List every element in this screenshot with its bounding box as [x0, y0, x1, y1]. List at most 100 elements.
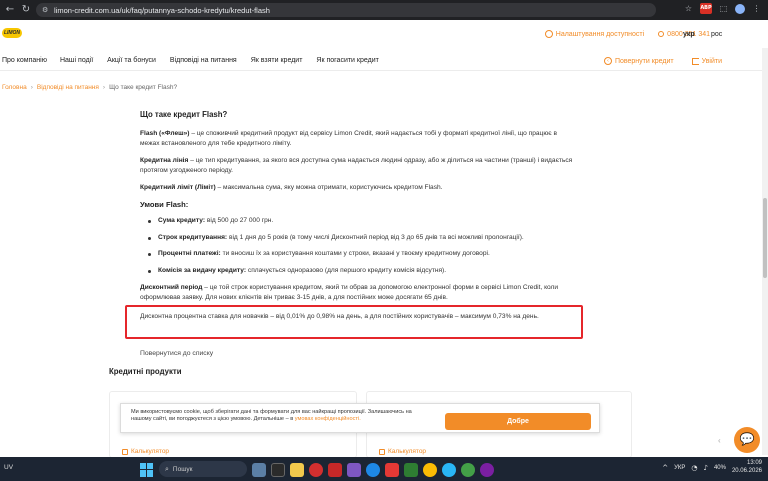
utorrent-icon[interactable]: [461, 462, 475, 477]
accessibility-settings-link[interactable]: Налаштування доступності: [544, 30, 644, 38]
term-flash: Flash («Флеш»): [140, 129, 190, 137]
return-credit-link[interactable]: ‹ Повернути кредит: [603, 57, 674, 65]
windows-start-icon[interactable]: [140, 462, 154, 477]
nav-item-how-to-repay[interactable]: Як погасити кредит: [316, 57, 378, 64]
calculator-link[interactable]: Калькулятор: [122, 448, 169, 455]
address-bar[interactable]: ⚙ limon-credit.com.ua/uk/faq/putannya-sc…: [36, 3, 656, 17]
faq-article: Що таке кредит Flash? Flash («Флеш») – ц…: [140, 110, 576, 310]
phone-icon: [658, 31, 665, 37]
adblock-extension-icon[interactable]: ABP: [700, 3, 712, 14]
breadcrumb: Головна › Відповіді на питання › Що таке…: [2, 84, 177, 91]
nav-item-events[interactable]: Наші події: [60, 57, 93, 64]
term-credit-limit: Кредитний ліміт (Ліміт): [140, 183, 216, 191]
profile-avatar-icon[interactable]: [735, 3, 745, 14]
lang-ukr[interactable]: укр: [683, 31, 695, 38]
condition-item: Комісія за видачу кредиту: сплачується о…: [148, 266, 576, 277]
wifi-icon[interactable]: ◔: [691, 464, 697, 472]
condition-label: Сума кредиту:: [158, 217, 206, 225]
windows-taskbar: UV ⌕ Пошук ^ УКР ◔ ♪ 40% 13:09 20.06.202…: [0, 457, 768, 481]
file-explorer-icon[interactable]: [290, 462, 304, 477]
opera-icon[interactable]: [309, 462, 323, 477]
limon-logo[interactable]: LIMON: [2, 28, 22, 38]
bookmark-star-icon[interactable]: ☆: [683, 3, 694, 14]
reload-icon[interactable]: ↻: [20, 4, 32, 16]
taskbar-search-label: Пошук: [172, 465, 193, 473]
condition-text: від 1 дня до 5 років (в тому числі Диско…: [227, 233, 524, 241]
cookie-accept-button[interactable]: Добре: [445, 413, 591, 430]
terminal-icon[interactable]: [271, 462, 285, 477]
cookie-message: Ми використовуємо cookie, щоб зберігати …: [131, 409, 412, 422]
battery-level[interactable]: 40%: [714, 465, 726, 471]
conditions-title: Умови Flash:: [140, 199, 189, 209]
weather-widget[interactable]: UV: [4, 464, 13, 471]
keyboard-language[interactable]: УКР: [674, 465, 685, 471]
condition-item: Строк кредитування: від 1 дня до 5 років…: [148, 233, 576, 244]
calculator-label: Калькулятор: [131, 448, 170, 455]
site-info-icon[interactable]: ⚙: [42, 6, 50, 14]
page-root: ← ↻ ⚙ limon-credit.com.ua/uk/faq/putanny…: [0, 0, 768, 481]
conditions-list: Сума кредиту: від 500 до 27 000 грн. Стр…: [148, 216, 576, 276]
privacy-terms-link[interactable]: умовах конфіденційності.: [295, 416, 361, 422]
nav-item-faq[interactable]: Відповіді на питання: [170, 57, 237, 64]
viber-icon[interactable]: [480, 462, 494, 477]
copilot-icon[interactable]: [347, 462, 361, 477]
extensions-puzzle-icon[interactable]: ⬚: [718, 3, 729, 14]
login-icon: [691, 57, 699, 65]
term-credit-line: Кредитна лінія: [140, 156, 189, 164]
definition-flash: – це споживчий кредитний продукт від сер…: [140, 129, 557, 148]
article-title: Що таке кредит Flash?: [140, 110, 228, 119]
clock-time: 13:09: [746, 460, 762, 466]
return-icon: ‹: [603, 57, 612, 65]
breadcrumb-separator: ›: [30, 84, 33, 91]
taskbar-clock[interactable]: 13:09 20.06.2026: [732, 460, 762, 475]
browser-menu-icon[interactable]: ⋮: [751, 3, 762, 14]
condition-text: сплачується одноразово (для першого кред…: [246, 266, 447, 274]
breadcrumb-current: Що таке кредит Flash?: [109, 84, 178, 91]
scrollbar-thumb[interactable]: [763, 198, 767, 278]
search-icon: ⌕: [165, 464, 169, 473]
url-text: limon-credit.com.ua/uk/faq/putannya-scho…: [54, 5, 270, 15]
scroll-up-icon[interactable]: ‹: [718, 436, 721, 445]
discount-rate-text: Дисконтна процентна ставка для новачків …: [140, 313, 539, 320]
definition-credit-limit: – максимальна сума, яку можна отримати, …: [215, 183, 443, 191]
breadcrumb-home[interactable]: Головна: [2, 84, 27, 91]
condition-label: Строк кредитування:: [158, 233, 228, 241]
clock-date: 20.06.2026: [731, 467, 762, 474]
telegram-icon[interactable]: [442, 462, 456, 477]
condition-text: від 500 до 27 000 грн.: [205, 217, 274, 225]
app-l-icon[interactable]: [328, 462, 342, 477]
calculator-icon: [379, 448, 385, 455]
condition-label: Комісія за видачу кредиту:: [158, 266, 247, 274]
store-icon[interactable]: [385, 462, 399, 477]
nav-item-promotions[interactable]: Акції та бонуси: [107, 57, 156, 64]
back-to-list-link[interactable]: Повернутися до списку: [140, 350, 213, 357]
breadcrumb-separator: ›: [102, 84, 106, 91]
taskbar-apps: ⌕ Пошук: [140, 460, 494, 477]
app-badge-icon[interactable]: [404, 462, 418, 477]
main-navigation: Про компанію Наші події Акції та бонуси …: [0, 53, 768, 71]
definition-credit-line: – це тип кредитування, за якого вся дост…: [140, 156, 573, 175]
browser-toolbar: ← ↻ ⚙ limon-credit.com.ua/uk/faq/putanny…: [0, 0, 768, 20]
task-view-icon[interactable]: [252, 462, 266, 477]
main-menu: Про компанію Наші події Акції та бонуси …: [2, 57, 379, 64]
tray-chevron-icon[interactable]: ^: [662, 464, 668, 472]
nav-actions: ‹ Повернути кредит Увійти: [603, 57, 722, 65]
article-paragraph-flash: Flash («Флеш») – це споживчий кредитний …: [140, 129, 576, 150]
chat-bubble-icon[interactable]: 💬: [734, 427, 760, 453]
taskbar-search[interactable]: ⌕ Пошук: [159, 461, 247, 477]
nav-item-how-to-get[interactable]: Як взяти кредит: [251, 57, 303, 64]
chrome-icon[interactable]: [423, 462, 437, 477]
calculator-link[interactable]: Калькулятор: [379, 448, 426, 455]
edge-icon[interactable]: [366, 462, 380, 477]
breadcrumb-faq[interactable]: Відповіді на питання: [37, 84, 99, 91]
gear-icon: [544, 30, 553, 38]
site-header: LIMON Налаштування доступності 0800 351 …: [0, 22, 768, 48]
volume-icon[interactable]: ♪: [703, 464, 707, 472]
back-arrow-icon[interactable]: ←: [4, 4, 16, 16]
system-tray: ^ УКР ◔ ♪ 40% 13:09 20.06.2026: [662, 460, 762, 475]
products-section-title: Кредитні продукти: [109, 367, 182, 376]
nav-item-about[interactable]: Про компанію: [2, 57, 47, 64]
page-scrollbar[interactable]: [762, 48, 768, 455]
login-link[interactable]: Увійти: [691, 57, 722, 65]
lang-ros[interactable]: рос: [711, 31, 722, 38]
